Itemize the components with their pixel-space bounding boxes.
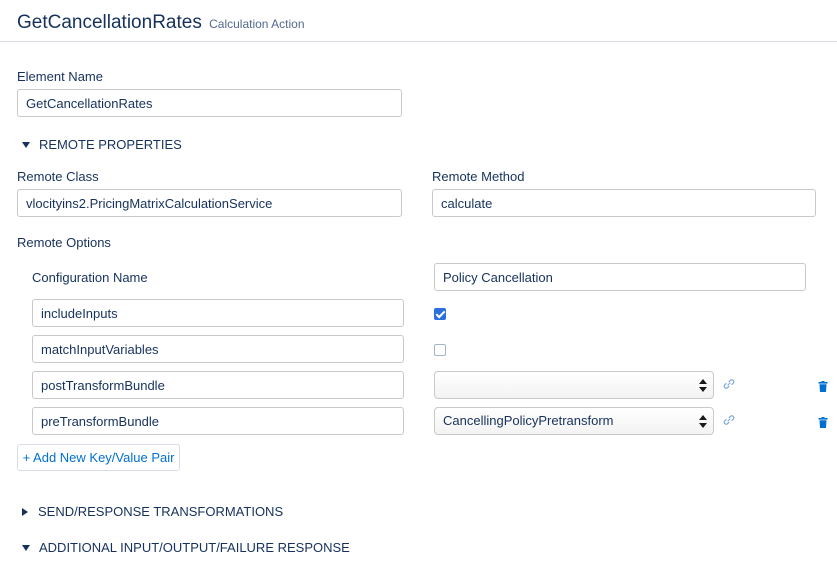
configuration-name-label: Configuration Name [32, 270, 148, 285]
pre-transform-bundle-selected-value: CancellingPolicyPretransform [443, 413, 614, 428]
remote-properties-section-label: REMOTE PROPERTIES [39, 137, 182, 152]
caret-down-icon [22, 544, 30, 551]
post-transform-bundle-select[interactable] [434, 371, 714, 399]
element-type-label: Calculation Action [209, 17, 305, 31]
calculation-action-editor: GetCancellationRates Calculation Action … [0, 0, 837, 561]
configuration-name-input[interactable] [434, 263, 806, 291]
option-key-include-inputs[interactable] [32, 299, 404, 327]
page-title: GetCancellationRates Calculation Action [17, 12, 305, 34]
remote-class-input[interactable] [17, 189, 402, 217]
select-arrows-icon [699, 415, 707, 428]
option-key-pre-transform-bundle[interactable] [32, 407, 404, 435]
add-key-value-pair-button[interactable]: + Add New Key/Value Pair [17, 444, 180, 471]
additional-input-output-failure-toggle[interactable]: ADDITIONAL INPUT/OUTPUT/FAILURE RESPONSE [22, 540, 350, 555]
send-response-section-label: SEND/RESPONSE TRANSFORMATIONS [38, 504, 284, 519]
remote-method-label: Remote Method [432, 169, 525, 184]
element-name-label: Element Name [17, 69, 103, 84]
include-inputs-checkbox[interactable] [434, 308, 446, 320]
additional-section-label: ADDITIONAL INPUT/OUTPUT/FAILURE RESPONSE [39, 540, 350, 555]
remote-properties-toggle[interactable]: REMOTE PROPERTIES [22, 137, 182, 152]
link-icon[interactable] [723, 378, 735, 390]
select-arrows-icon [699, 379, 707, 392]
page-header: GetCancellationRates Calculation Action [0, 0, 837, 42]
remote-class-label: Remote Class [17, 169, 99, 184]
option-key-match-input-variables[interactable] [32, 335, 404, 363]
link-icon[interactable] [723, 414, 735, 426]
remote-method-input[interactable] [432, 189, 816, 217]
remote-options-label: Remote Options [17, 235, 111, 250]
match-input-variables-checkbox[interactable] [434, 344, 446, 356]
element-name-input[interactable] [17, 89, 402, 117]
send-response-transformations-toggle[interactable]: SEND/RESPONSE TRANSFORMATIONS [22, 504, 283, 519]
caret-down-icon [22, 141, 30, 148]
caret-right-icon [22, 507, 28, 516]
option-key-post-transform-bundle[interactable] [32, 371, 404, 399]
element-title: GetCancellationRates [17, 12, 202, 33]
trash-icon[interactable] [818, 417, 828, 428]
pre-transform-bundle-select[interactable]: CancellingPolicyPretransform [434, 407, 714, 435]
trash-icon[interactable] [818, 381, 828, 392]
